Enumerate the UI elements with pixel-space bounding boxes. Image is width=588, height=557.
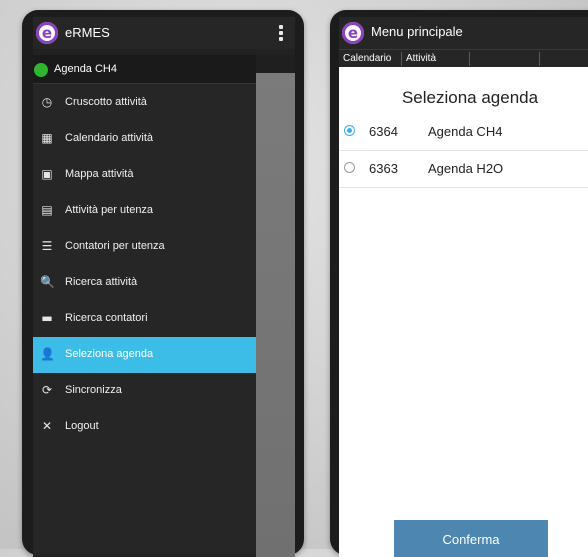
dashboard-clock-icon: ◷	[41, 95, 53, 109]
menu-item-label: Mappa attività	[65, 168, 134, 180]
menu-item-label: Cruscotto attività	[65, 96, 147, 108]
close-icon: ✕	[41, 419, 53, 433]
menu-item-logout[interactable]: ✕ Logout	[33, 409, 256, 445]
list-icon: ☰	[41, 239, 53, 253]
menu-item-cruscotto-attivita[interactable]: ◷ Cruscotto attività	[33, 85, 256, 121]
menu-item-label: Attività per utenza	[65, 204, 154, 216]
calendar-icon: ▦	[41, 131, 53, 145]
confirm-button[interactable]: Conferma	[394, 520, 548, 557]
menu-item-sincronizza[interactable]: ⟳ Sincronizza	[33, 373, 256, 409]
tab-3[interactable]	[470, 52, 540, 66]
select-agenda-dialog: Seleziona agenda 6364 Agenda CH4 6363 Ag…	[339, 67, 588, 557]
app-bar: e eRMES	[33, 17, 295, 49]
person-icon: 👤	[40, 347, 55, 361]
navigation-drawer: Agenda CH4 ◷ Cruscotto attività ▦ Calend…	[33, 55, 256, 555]
menu-item-ricerca-attivita[interactable]: 🔍 Ricerca attività	[33, 265, 256, 301]
menu-item-label: Seleziona agenda	[65, 348, 154, 360]
radio-unchecked[interactable]	[344, 162, 355, 173]
tab-attivita[interactable]: Attività	[402, 52, 470, 66]
menu-item-label: Calendario attività	[65, 132, 154, 144]
logo-letter: e	[41, 24, 53, 42]
tab-calendario[interactable]: Calendario	[339, 52, 402, 66]
status-online-icon	[34, 63, 48, 77]
menu-item-label: Sincronizza	[65, 384, 122, 396]
menu-item-label: Ricerca attività	[65, 276, 138, 288]
menu-item-calendario-attivita[interactable]: ▦ Calendario attività	[33, 121, 256, 157]
agenda-name: Agenda H2O	[428, 161, 504, 176]
dialog-title: Seleziona agenda	[401, 88, 539, 107]
ermes-logo-icon: e	[342, 22, 364, 44]
sync-icon: ⟳	[41, 383, 53, 397]
app-title: eRMES	[65, 25, 110, 40]
tab-bar: Calendario Attività	[339, 49, 588, 68]
search-icon: 🔍	[40, 275, 55, 289]
map-icon: ▣	[41, 167, 53, 181]
right-screen: e Menu principale Calendario Attività Se…	[339, 17, 588, 557]
agenda-option-6363[interactable]: 6363 Agenda H2O	[339, 151, 588, 188]
app-bar: e Menu principale	[339, 17, 588, 49]
current-agenda-label: Agenda CH4	[54, 63, 117, 75]
menu-item-attivita-per-utenza[interactable]: ▤ Attività per utenza	[33, 193, 256, 229]
left-screen: e eRMES Agenda CH4 ◷ Cruscotto attività …	[33, 17, 295, 557]
menu-item-contatori-per-utenza[interactable]: ☰ Contatori per utenza	[33, 229, 256, 265]
ermes-logo-icon: e	[36, 22, 58, 44]
dimmed-content-area	[256, 55, 295, 557]
agenda-option-6364[interactable]: 6364 Agenda CH4	[339, 114, 588, 151]
menu-item-label: Logout	[65, 420, 99, 432]
agenda-code: 6364	[369, 124, 398, 139]
overflow-menu-icon[interactable]	[279, 25, 283, 43]
tab-4[interactable]	[540, 52, 588, 66]
current-agenda-header: Agenda CH4	[33, 55, 256, 84]
menu-item-ricerca-contatori[interactable]: ▬ Ricerca contatori	[33, 301, 256, 337]
agenda-name: Agenda CH4	[428, 124, 503, 139]
app-title: Menu principale	[371, 24, 463, 39]
meter-icon: ▬	[41, 311, 53, 325]
agenda-code: 6363	[369, 161, 398, 176]
menu-item-label: Contatori per utenza	[65, 240, 165, 252]
right-phone-frame: e Menu principale Calendario Attività Se…	[330, 10, 588, 557]
menu-item-seleziona-agenda[interactable]: 👤 Seleziona agenda	[33, 337, 256, 373]
logo-letter: e	[347, 24, 359, 42]
left-phone-frame: e eRMES Agenda CH4 ◷ Cruscotto attività …	[22, 10, 304, 557]
radio-checked[interactable]	[344, 125, 355, 136]
document-icon: ▤	[41, 203, 53, 217]
menu-item-label: Ricerca contatori	[65, 312, 148, 324]
menu-item-mappa-attivita[interactable]: ▣ Mappa attività	[33, 157, 256, 193]
